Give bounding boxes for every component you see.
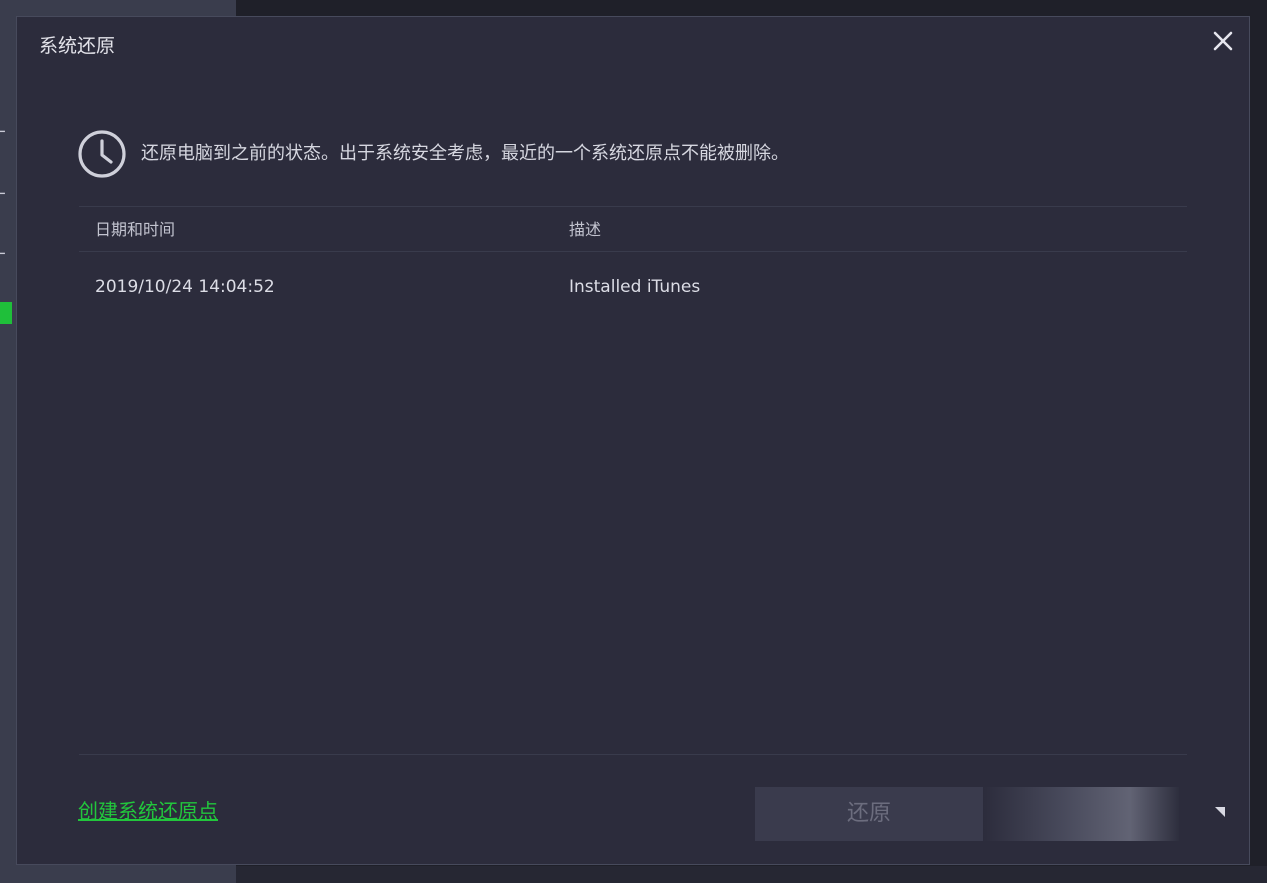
dropdown-corner-icon (1215, 807, 1225, 817)
row-datetime: 2019/10/24 14:04:52 (95, 277, 275, 297)
column-header-datetime: 日期和时间 (95, 220, 176, 239)
background-footer (236, 866, 1267, 883)
column-header-description: 描述 (569, 220, 602, 239)
sidebar-active-marker (0, 302, 12, 324)
table-row[interactable]: 2019/10/24 14:04:52 Installed iTunes (79, 269, 1187, 309)
screen-glare (983, 787, 1179, 841)
dialog-title: 系统还原 (39, 35, 116, 57)
table-header-divider (79, 251, 1187, 252)
intro-text: 还原电脑到之前的状态。出于系统安全考虑，最近的一个系统还原点不能被删除。 (141, 143, 789, 164)
table-top-divider (79, 206, 1187, 207)
row-description: Installed iTunes (569, 277, 701, 297)
sidebar-edge-glyph: ╴ (0, 244, 10, 263)
clock-icon (78, 130, 126, 178)
sidebar-edge-glyph: ╴ (0, 122, 10, 141)
close-icon (1213, 31, 1233, 51)
create-restore-point-link[interactable]: 创建系统还原点 (78, 797, 218, 825)
close-button[interactable] (1209, 27, 1237, 55)
sidebar-edge-glyph: ╴ (0, 184, 10, 203)
system-restore-dialog: 系统还原 还原电脑到之前的状态。出于系统安全考虑，最近的一个系统还原点不能被删除… (16, 16, 1250, 865)
restore-button[interactable]: 还原 (755, 787, 983, 841)
table-bottom-divider (79, 754, 1187, 755)
